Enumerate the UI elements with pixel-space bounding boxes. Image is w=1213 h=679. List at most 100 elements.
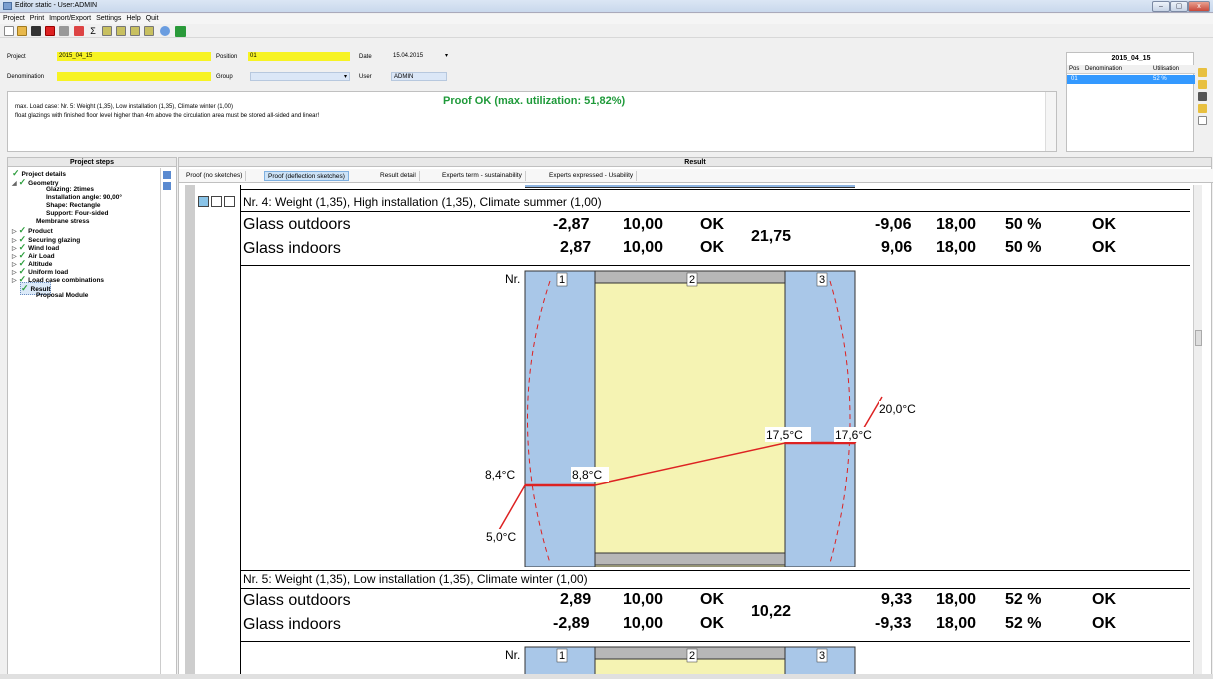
menu-import-export[interactable]: Import/Export xyxy=(49,14,91,24)
step-installation-angle[interactable]: Installation angle: 90,00° xyxy=(46,194,122,201)
next-icon[interactable] xyxy=(130,26,140,36)
col-utilisation[interactable]: Utilisation xyxy=(1153,66,1179,72)
pane2-label: 2 xyxy=(689,274,695,286)
case4-row2-d: 9,06 xyxy=(881,239,913,256)
case5-row2-a: -2,89 xyxy=(553,615,590,632)
view-icon[interactable] xyxy=(198,196,209,207)
case4-row2-b: 10,00 xyxy=(623,239,664,256)
result-scrollbar[interactable] xyxy=(1193,185,1202,678)
window-title: Editor static - User:ADMIN xyxy=(15,2,98,9)
menu-bar: Project Print Import/Export Settings Hel… xyxy=(0,14,1213,24)
help-icon[interactable] xyxy=(160,26,170,36)
case5-row1-d: 9,33 xyxy=(881,591,913,608)
tree-action-icon[interactable] xyxy=(163,182,171,190)
case4-row2-name: Glass indoors xyxy=(243,240,341,257)
find-icon[interactable] xyxy=(31,26,41,36)
toolbar: Σ xyxy=(0,24,1213,38)
step-membrane-stress[interactable]: Membrane stress xyxy=(36,218,89,225)
last-icon[interactable] xyxy=(144,26,154,36)
copy-icon[interactable] xyxy=(1198,104,1207,113)
delete-icon[interactable] xyxy=(1198,92,1207,101)
spacer-bottom xyxy=(594,552,786,566)
case5-row1-a: 2,89 xyxy=(560,591,592,608)
step-proposal-module[interactable]: Proposal Module xyxy=(36,292,88,299)
case4-row2-e: 18,00 xyxy=(936,239,977,256)
message-line-2: float glazings with finished floor level… xyxy=(15,113,320,119)
case5-row2-e: 18,00 xyxy=(936,615,977,632)
group-select[interactable]: ▾ xyxy=(250,72,350,81)
case5-row2-name: Glass indoors xyxy=(243,616,341,633)
row-divider xyxy=(240,211,1190,212)
pdf-icon[interactable] xyxy=(74,26,84,36)
group-label: Group xyxy=(216,74,233,80)
close-button[interactable]: x xyxy=(1188,1,1210,12)
menu-quit[interactable]: Quit xyxy=(146,14,159,24)
save-icon[interactable] xyxy=(45,26,55,36)
expand-icon[interactable]: ◢ xyxy=(12,181,17,187)
step-shape[interactable]: Shape: Rectangle xyxy=(46,202,101,209)
temperature-sketch: Nr. 1 2 3 20,0°C 17,5°C 17,6°C 8,4°C 8,8… xyxy=(485,270,921,567)
open-icon[interactable] xyxy=(17,26,27,36)
tab-experts-sustainability[interactable]: Experts term - sustainability xyxy=(439,171,526,181)
message-scrollbar[interactable] xyxy=(1045,92,1056,151)
menu-settings[interactable]: Settings xyxy=(96,14,121,24)
app-icon xyxy=(3,2,12,10)
view-icon[interactable] xyxy=(224,196,235,207)
chevron-down-icon[interactable]: ▾ xyxy=(445,52,448,61)
exit-icon[interactable] xyxy=(175,26,186,37)
add-icon[interactable] xyxy=(1198,80,1207,89)
new-icon[interactable] xyxy=(4,26,14,36)
step-support[interactable]: Support: Four-sided xyxy=(46,210,108,217)
chevron-down-icon[interactable]: ▾ xyxy=(344,73,347,82)
table-border-left xyxy=(240,185,241,678)
menu-help[interactable]: Help xyxy=(126,14,140,24)
position-field[interactable]: 01 xyxy=(248,52,350,61)
proof-status: Proof OK (max. utilization: 51,82%) xyxy=(443,95,626,107)
case5-row2-g: OK xyxy=(1092,615,1116,632)
menu-project[interactable]: Project xyxy=(3,14,25,24)
case5-row1-f: 52 % xyxy=(1005,591,1042,608)
first-icon[interactable] xyxy=(102,26,112,36)
case4-row2-f: 50 % xyxy=(1005,239,1042,256)
minimize-button[interactable]: – xyxy=(1152,1,1170,12)
result-tabs: Proof (no sketches) Proof (deflection sk… xyxy=(179,169,1213,183)
col-denomination[interactable]: Denomination xyxy=(1085,66,1122,72)
collapsed-icon[interactable]: ▷ xyxy=(12,278,17,284)
scroll-thumb[interactable] xyxy=(1195,330,1202,346)
tab-proof-deflection-sketches[interactable]: Proof (deflection sketches) xyxy=(264,171,349,181)
sum-icon[interactable]: Σ xyxy=(88,26,98,36)
col-pos[interactable]: Pos xyxy=(1069,66,1079,72)
menu-print[interactable]: Print xyxy=(30,14,44,24)
steps-splitter[interactable] xyxy=(160,168,161,676)
tree-action-icon[interactable] xyxy=(163,171,171,179)
row-divider xyxy=(240,189,1190,190)
denomination-field[interactable] xyxy=(57,72,211,81)
sketch2-nr-label: Nr. xyxy=(505,648,520,662)
maximize-button[interactable]: ▢ xyxy=(1170,1,1188,12)
document-gutter xyxy=(185,185,195,678)
date-field[interactable]: 15.04.2015 ▾ xyxy=(391,52,449,61)
case5-mid: 10,22 xyxy=(751,603,792,620)
document-icon[interactable] xyxy=(1198,68,1207,77)
check-icon: ✓ xyxy=(21,283,29,293)
case5-row1-e: 18,00 xyxy=(936,591,977,608)
project-field[interactable]: 2015_04_15 xyxy=(57,52,211,61)
tab-result-detail[interactable]: Result detail xyxy=(377,171,420,181)
t1-label: 20,0°C xyxy=(879,402,916,416)
user-field[interactable]: ADMIN xyxy=(391,72,447,81)
step-glazing[interactable]: Glazing: 2times xyxy=(46,186,94,193)
print-icon[interactable] xyxy=(59,26,69,36)
case5-row1-g: OK xyxy=(1092,591,1116,608)
view-icon[interactable] xyxy=(211,196,222,207)
case5-row2-f: 52 % xyxy=(1005,615,1042,632)
page-icon[interactable] xyxy=(1198,116,1207,125)
positions-row[interactable]: 01 52 % xyxy=(1067,75,1195,84)
tab-experts-usability[interactable]: Experts expressed - Usability xyxy=(546,171,638,181)
result-title: Result xyxy=(179,158,1211,167)
message-line-1: max. Load case: Nr. 5: Weight (1,35), Lo… xyxy=(15,104,233,110)
prev-icon[interactable] xyxy=(116,26,126,36)
case5-row1-name: Glass outdoors xyxy=(243,592,351,609)
t2-label: 17,5°C xyxy=(766,428,803,442)
case4-row1-b: 10,00 xyxy=(623,216,664,233)
tab-proof-no-sketches[interactable]: Proof (no sketches) xyxy=(183,171,247,181)
